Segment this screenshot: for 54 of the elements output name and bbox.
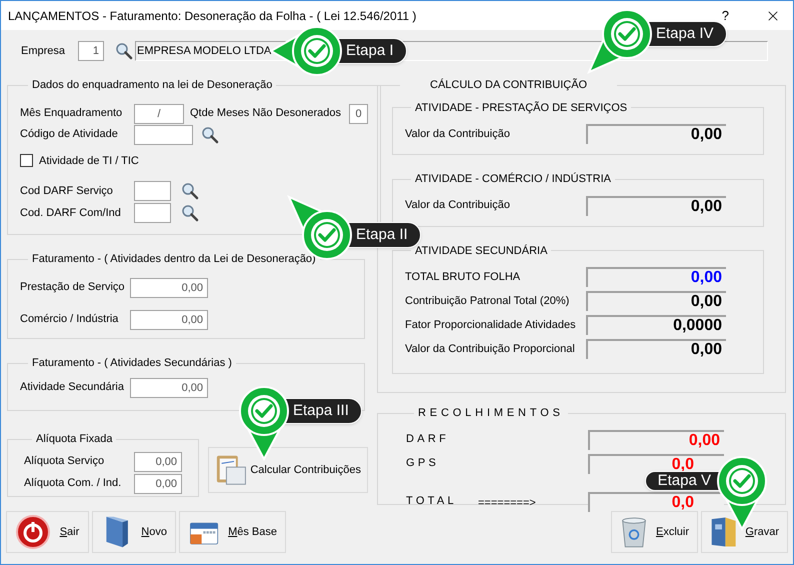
calculate-button[interactable]: Calcular Contribuições: [208, 447, 368, 493]
field-label: TOTAL: [406, 494, 458, 510]
toolbar-button[interactable]: Mês Base: [179, 511, 286, 553]
input-field[interactable]: 0,00: [130, 278, 208, 298]
input-field[interactable]: 0,00: [134, 452, 182, 472]
value-display: 0,00: [586, 267, 726, 287]
value-display: 0,0000: [586, 315, 726, 335]
value-display: 0,00: [586, 339, 726, 359]
toolbar-button[interactable]: Novo: [92, 511, 176, 553]
value-display: 0,00: [586, 124, 726, 144]
field-label: Prestação de Serviço: [20, 280, 126, 296]
field-label: Valor da Contribuição: [405, 126, 511, 142]
toolbar-button[interactable]: Excluir: [611, 511, 698, 553]
field-label: Valor da Contribuição Proporcional: [405, 342, 576, 357]
field-label: Cod DARF Serviço: [20, 184, 114, 199]
input-field[interactable]: 0,00: [130, 378, 208, 398]
window-title: LANÇAMENTOS - Faturamento: Desoneração da Folha - ( Lei 12.546/2011 ): [8, 8, 418, 24]
field-label: Comércio / Indústria: [20, 312, 120, 328]
field-label: GPS: [406, 456, 440, 472]
field-label: Mês Enquadramento: [20, 106, 124, 122]
value-display: 0,0: [588, 492, 724, 512]
field-label: Cod. DARF Com/Ind: [20, 206, 122, 221]
input-field[interactable]: 0,00: [130, 310, 208, 330]
group-title: Faturamento - ( Atividades Secundárias ): [31, 356, 233, 371]
input-field[interactable]: 0,00: [134, 474, 182, 494]
arrow-text: ========>: [478, 496, 536, 508]
input-field[interactable]: 0: [349, 104, 368, 124]
group-title: Faturamento - ( Atividades dentro da Lei de Desoneração): [31, 252, 317, 267]
field-label: Valor da Contribuição: [405, 198, 511, 214]
field-label: Alíquota Com. / Ind.: [24, 476, 122, 492]
value-display: 0,00: [588, 430, 724, 450]
field-label: Código de Atividade: [20, 127, 119, 142]
toolbar-button[interactable]: Gravar: [701, 511, 788, 553]
input-field[interactable]: 1: [78, 41, 104, 61]
field-label: Empresa: [21, 44, 66, 59]
field-label: Fator Proporcionalidade Atividades: [405, 318, 577, 333]
value-display: 0,00: [586, 291, 726, 311]
group-title: RECOLHIMENTOS: [417, 406, 565, 421]
input-field[interactable]: /: [134, 104, 184, 124]
value-display: 0,00: [586, 196, 726, 216]
field-label: DARF: [406, 432, 450, 448]
field-label: Alíquota Serviço: [24, 454, 106, 470]
group-title: CÁLCULO DA CONTRIBUIÇÃO: [429, 77, 588, 93]
field-label: Qtde Meses Não Desonerados: [190, 106, 342, 122]
group-title: Alíquota Fixada: [35, 432, 114, 447]
value-display: 0,0: [588, 454, 724, 474]
group-title: ATIVIDADE - COMÉRCIO / INDÚSTRIA: [414, 172, 612, 187]
toolbar-button[interactable]: Sair: [6, 511, 89, 553]
field-label: Contribuição Patronal Total (20%): [405, 294, 570, 309]
group-title: Dados do enquadramento na lei de Desoneração: [31, 78, 274, 93]
group-title: ATIVIDADE - PRESTAÇÃO DE SERVIÇOS: [414, 100, 628, 116]
field-label: Atividade Secundária: [20, 380, 125, 396]
field-label: TOTAL BRUTO FOLHA: [405, 270, 522, 285]
field-label: Atividade de TI / TIC: [39, 154, 139, 168]
